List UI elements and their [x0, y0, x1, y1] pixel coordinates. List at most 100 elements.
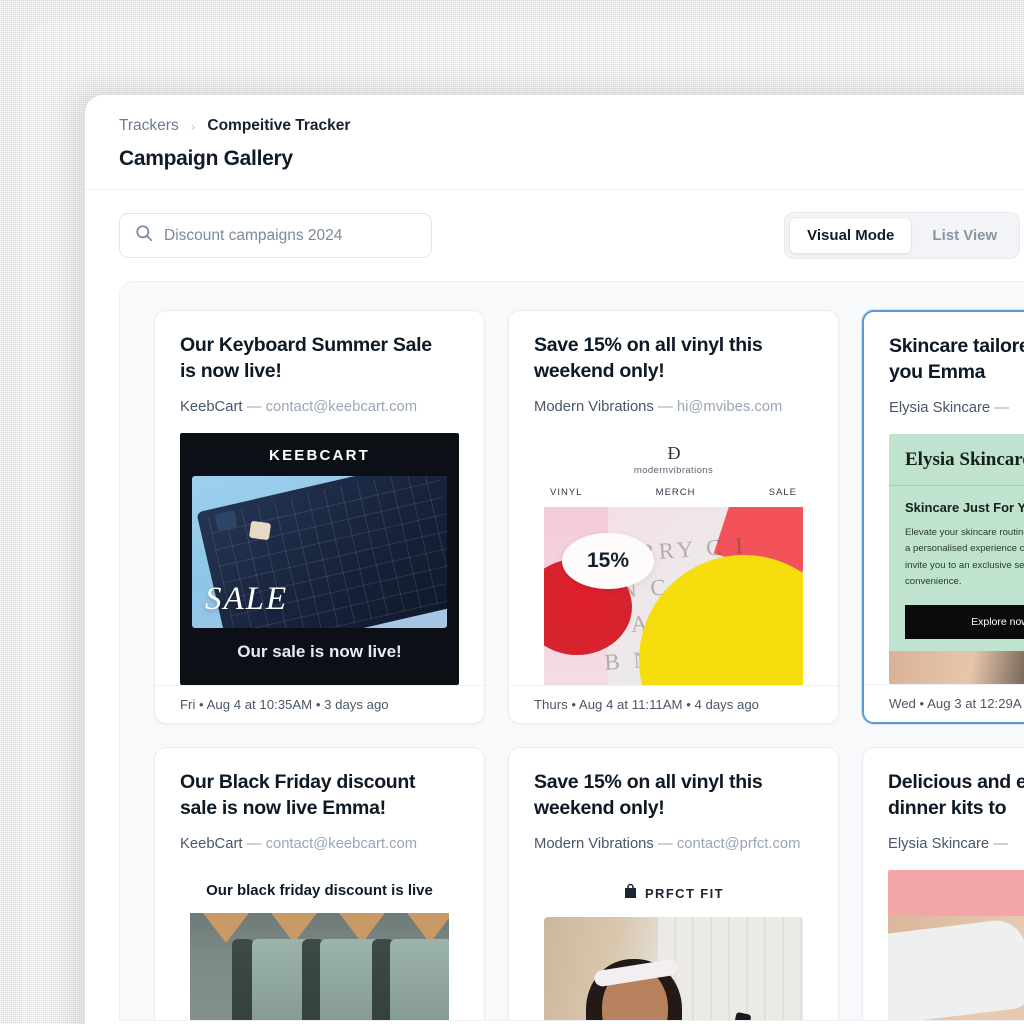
sender-dash: — — [657, 398, 673, 415]
card-title: Skincare tailored for you Emma — [889, 335, 1024, 383]
page-header: Trackers › Compeitive Tracker Campaign G… — [85, 95, 1024, 190]
keycap-icon — [214, 510, 238, 531]
preview-artwork: MERRY C I GN C V OM W D A I E N I I I B … — [544, 506, 803, 685]
card-sender: Modern Vibrations — contact@prfct.com — [534, 836, 813, 852]
breadcrumb: Trackers › Compeitive Tracker — [119, 117, 1024, 135]
card-title: Our Black Friday discount sale is now li… — [180, 771, 416, 819]
keycap-icon — [248, 520, 272, 541]
preview-subhead: Skincare Just For You — [905, 499, 1024, 515]
campaign-gallery: Our Keyboard Summer Sale is now live! Ke… — [119, 281, 1024, 1021]
desktop-backdrop: Trackers › Compeitive Tracker Campaign G… — [0, 0, 1024, 1024]
monogram-icon: Đ — [667, 442, 681, 463]
card-header: Our Keyboard Summer Sale is now live! Ke… — [155, 311, 484, 415]
elysia-email-preview: Elysia Skincare Skincare Just For You El… — [889, 433, 1024, 684]
shirt-shape — [390, 938, 449, 1020]
prfctfit-email-preview: PRFCT FIT — [534, 869, 813, 1020]
easydinner-email-preview: eas — [888, 869, 1024, 1020]
modernvibrations-email-preview: Đ modernvibrations VINYL MERCH SALE C I … — [534, 432, 813, 685]
card-footer: Fri • Aug 4 at 10:35AM • 3 days ago — [155, 685, 484, 723]
campaign-card[interactable]: Our Black Friday discount sale is now li… — [154, 747, 485, 1020]
card-sender: Modern Vibrations — hi@mvibes.com — [534, 399, 813, 415]
card-preview[interactable]: Our black friday discount is live — [180, 869, 459, 1020]
search-input-value: Discount campaigns 2024 — [164, 226, 343, 244]
breadcrumb-item-trackers[interactable]: Trackers — [119, 117, 179, 135]
keyboard-photo: SALE — [192, 475, 447, 628]
toolbar-actions: Visual Mode List View D — [784, 212, 1024, 259]
sender-email: contact@keebcart.com — [265, 398, 418, 415]
preview-copy: Elevate your skincare routine with our L… — [905, 526, 1024, 588]
card-preview[interactable]: eas — [888, 869, 1024, 1020]
preview-nav-item: MERCH — [655, 486, 696, 498]
shopping-bag-icon — [623, 883, 638, 904]
salad-photo — [888, 915, 1024, 1020]
card-title: Our Keyboard Summer Sale is now live! — [180, 334, 432, 382]
card-footer: Wed • Aug 3 at 12:29A — [864, 684, 1024, 722]
shirt-shape — [232, 938, 254, 1020]
preview-brand: PRFCT FIT — [644, 885, 725, 901]
card-footer: Thurs • Aug 4 at 11:11AM • 4 days ago — [509, 685, 838, 723]
chevron-right-icon: › — [190, 118, 196, 134]
preview-brand: Elysia Skincare — [889, 434, 1024, 486]
preview-nav: VINYL MERCH SALE — [544, 476, 803, 507]
card-header: Skincare tailored for you Emma Elysia Sk… — [864, 312, 1024, 416]
preview-body: Skincare Just For You Elevate your skinc… — [889, 486, 1024, 639]
sender-name: Modern Vibrations — [534, 398, 654, 415]
card-preview[interactable]: Đ modernvibrations VINYL MERCH SALE C I … — [534, 432, 813, 685]
preview-nav-item: SALE — [768, 486, 797, 498]
preview-sale-overlay: SALE — [205, 580, 289, 617]
preview-brand: modernvibrations — [633, 464, 714, 476]
photo-garment — [888, 917, 1024, 1020]
campaign-card[interactable]: Save 15% on all vinyl this weekend only!… — [508, 310, 839, 724]
card-title: Save 15% on all vinyl this weekend only! — [534, 334, 763, 382]
card-preview[interactable]: Elysia Skincare Skincare Just For You El… — [889, 433, 1024, 684]
sender-name: Elysia Skincare — [889, 399, 991, 416]
preview-logo: Đ modernvibrations — [544, 443, 803, 476]
sender-email: hi@mvibes.com — [676, 398, 783, 415]
sender-name: KeebCart — [180, 398, 243, 415]
campaign-card-selected[interactable]: Skincare tailored for you Emma Elysia Sk… — [862, 310, 1024, 724]
sender-dash: — — [657, 835, 673, 852]
keebcart-email-preview: KEEBCART SALE Our sale is now live! — [180, 432, 459, 685]
discount-badge: 15% — [562, 532, 654, 589]
explore-now-button[interactable]: Explore now — [905, 604, 1024, 639]
sender-name: Elysia Skincare — [888, 835, 990, 852]
sender-dash: — — [993, 835, 1009, 852]
sender-name: KeebCart — [180, 835, 243, 852]
campaign-card[interactable]: Delicious and easy dinner kits to Elysia… — [862, 747, 1024, 1020]
card-header: Save 15% on all vinyl this weekend only!… — [509, 311, 838, 415]
clothing-rack-photo — [190, 912, 449, 1020]
preview-nav-item: VINYL — [550, 486, 583, 498]
sender-dash: — — [994, 399, 1010, 416]
preview-footline: Our sale is now live! — [237, 641, 402, 661]
card-sender: Elysia Skincare — — [888, 836, 1024, 852]
card-sender: Elysia Skincare — — [889, 400, 1024, 416]
sender-name: Modern Vibrations — [534, 835, 654, 852]
sender-email: contact@prfct.com — [676, 835, 801, 852]
card-preview[interactable]: KEEBCART SALE Our sale is now live! — [180, 432, 459, 685]
toolbar: Discount campaigns 2024 Visual Mode List… — [85, 190, 1024, 281]
campaign-card[interactable]: Save 15% on all vinyl this weekend only!… — [508, 747, 839, 1020]
blackfriday-email-preview: Our black friday discount is live — [180, 869, 459, 1020]
preview-headline: Our black friday discount is live — [206, 881, 433, 899]
preview-logo: PRFCT FIT — [544, 883, 803, 904]
card-title: Save 15% on all vinyl this weekend only! — [534, 771, 763, 819]
card-title: Delicious and easy dinner kits to — [888, 771, 1024, 819]
tab-visual-mode[interactable]: Visual Mode — [789, 217, 913, 254]
sender-dash: — — [246, 835, 262, 852]
preview-photo — [889, 650, 1024, 684]
campaign-grid: Our Keyboard Summer Sale is now live! Ke… — [154, 310, 1024, 1020]
preview-brand: KEEBCART — [269, 446, 370, 464]
campaign-card[interactable]: Our Keyboard Summer Sale is now live! Ke… — [154, 310, 485, 724]
card-preview[interactable]: PRFCT FIT — [534, 869, 813, 1020]
sender-email: contact@keebcart.com — [265, 835, 418, 852]
app-window: Trackers › Compeitive Tracker Campaign G… — [85, 95, 1024, 1024]
card-sender: KeebCart — contact@keebcart.com — [180, 399, 459, 415]
view-mode-toggle: Visual Mode List View — [784, 212, 1021, 259]
sender-dash: — — [246, 398, 262, 415]
page-title: Campaign Gallery — [119, 147, 293, 170]
preview-banner: eas — [888, 869, 1024, 916]
tab-list-view[interactable]: List View — [914, 217, 1015, 254]
card-header: Our Black Friday discount sale is now li… — [155, 748, 484, 852]
breadcrumb-item-current[interactable]: Compeitive Tracker — [207, 117, 350, 135]
search-input[interactable]: Discount campaigns 2024 — [119, 213, 432, 258]
